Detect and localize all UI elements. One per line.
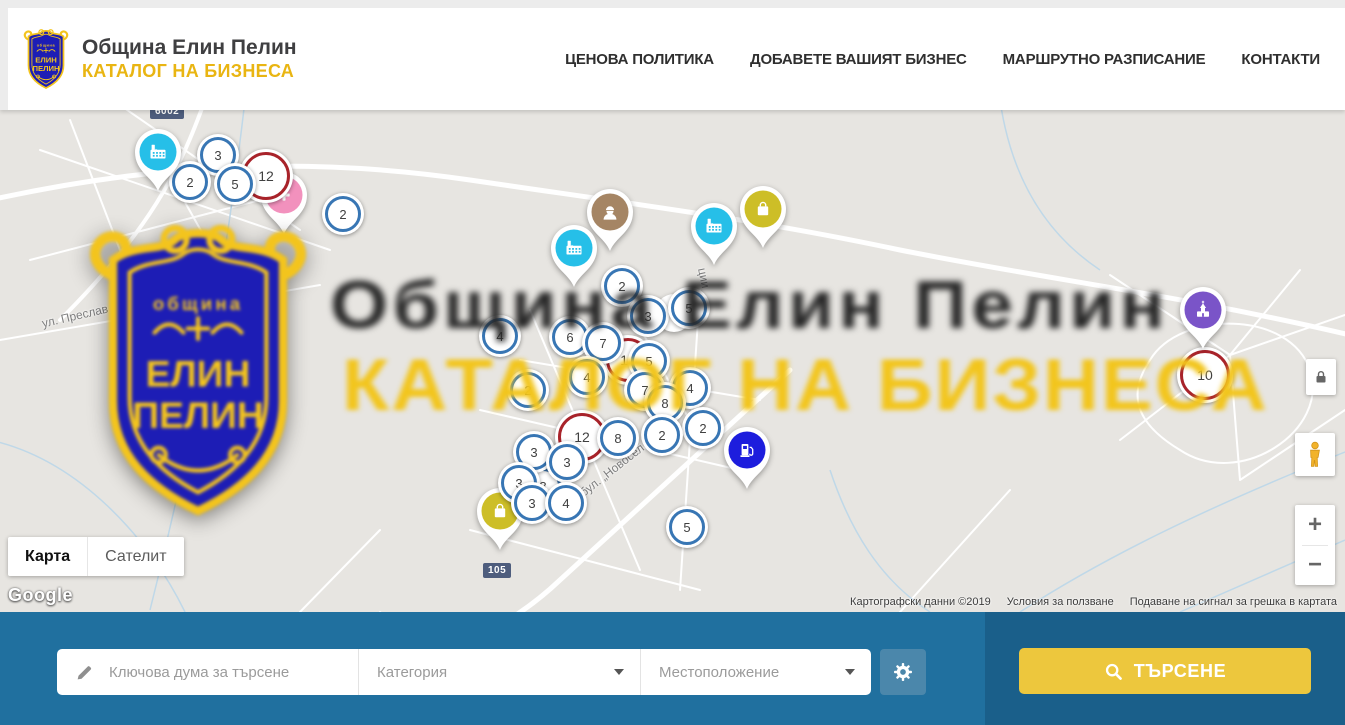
category-select[interactable]: Категория [358,649,640,695]
zoom-in-button[interactable]: + [1295,506,1335,545]
search-icon [1104,662,1123,681]
cluster-count: 5 [683,520,690,535]
map-canvas[interactable]: ул. Преславбул. „Новоселции6002105 31225… [0,110,1345,612]
lock-icon [1313,369,1329,385]
main-nav: ЦЕНОВА ПОЛИТИКА ДОБАВЕТЕ ВАШИЯТ БИЗНЕС М… [565,51,1320,68]
top-strip [0,0,1345,8]
cluster-count: 12 [258,168,274,184]
cluster-count: 2 [658,428,665,443]
map-type-control: Карта Сателит [8,537,184,576]
gear-icon [892,661,914,683]
nav-route-schedule[interactable]: МАРШРУТНО РАЗПИСАНИЕ [1003,51,1206,68]
zoom-out-button[interactable]: − [1295,546,1335,585]
nav-pricing-policy[interactable]: ЦЕНОВА ПОЛИТИКА [565,51,714,68]
lock-button[interactable] [1306,359,1336,395]
search-button[interactable]: ТЪРСЕНЕ [1019,648,1311,694]
nav-contacts[interactable]: КОНТАКТИ [1241,51,1320,68]
street-view-pegman-button[interactable] [1295,433,1335,476]
cluster-count: 2 [186,175,193,190]
church-icon [1177,285,1229,351]
cluster-count: 3 [214,148,221,163]
zoom-control: + − [1295,505,1335,585]
category-select-value: Категория [377,664,447,681]
fuel-pin[interactable] [721,425,773,496]
chevron-down-icon [614,669,624,675]
map-attribution: Картографски данни ©2019 Условия за полз… [850,596,1337,608]
fuel-icon [721,425,773,491]
header: Община Елин Пелин КАТАЛОГ НА БИЗНЕСА ЦЕН… [0,8,1345,110]
keyword-search-input[interactable] [107,663,358,682]
keyword-section [57,649,358,695]
cluster-marker[interactable]: 4 [545,482,587,524]
watermark-title: Община Елин Пелин [330,266,1169,344]
site-subtitle: КАТАЛОГ НА БИЗНЕСА [82,61,297,82]
bag-icon [737,184,789,250]
cluster-marker[interactable]: 3 [546,441,588,483]
cluster-count: 4 [562,496,569,511]
municipality-crest-icon [22,27,70,91]
site-title: Община Елин Пелин [82,36,297,60]
site-logo[interactable]: Община Елин Пелин КАТАЛОГ НА БИЗНЕСА [22,27,297,91]
factory-pin[interactable] [132,127,184,198]
location-select-value: Местоположение [659,664,779,681]
nav-add-your-business[interactable]: ДОБАВЕТЕ ВАШИЯТ БИЗНЕС [750,51,967,68]
watermark-crest-icon [84,214,312,526]
cluster-count: 5 [231,177,238,192]
cluster-marker[interactable]: 5 [214,163,256,205]
cluster-marker[interactable]: 5 [666,506,708,548]
factory-pin[interactable] [688,201,740,272]
factory-icon [688,201,740,267]
advanced-search-button[interactable] [880,649,926,695]
location-select[interactable]: Местоположение [640,649,871,695]
search-bar: Категория Местоположение [0,612,1345,725]
google-logo: Google [8,585,73,606]
report-map-error-link[interactable]: Подаване на сигнал за грешка в картата [1130,596,1337,608]
cluster-count: 3 [528,496,535,511]
bag-pin[interactable] [737,184,789,255]
pegman-icon [1305,441,1325,468]
map-data-copyright: Картографски данни ©2019 [850,596,991,608]
page: община ЕЛИН ПЕЛИН Община Елин Пелин КАТА… [0,0,1345,725]
cluster-count: 8 [614,431,621,446]
map-type-satellite-button[interactable]: Сателит [87,537,183,576]
left-strip [0,8,8,110]
chevron-down-icon [845,669,855,675]
cluster-count: 2 [339,207,346,222]
cluster-count: 3 [530,445,537,460]
search-button-label: ТЪРСЕНЕ [1134,661,1226,682]
pencil-icon [75,663,94,682]
factory-icon [132,127,184,193]
watermark-subtitle: КАТАЛОГ НА БИЗНЕСА [342,344,1269,427]
cluster-marker[interactable]: 2 [322,193,364,235]
search-box: Категория Местоположение [57,649,871,695]
map-type-map-button[interactable]: Карта [8,537,87,576]
terms-of-use-link[interactable]: Условия за ползване [1007,596,1114,608]
cluster-count: 3 [563,455,570,470]
